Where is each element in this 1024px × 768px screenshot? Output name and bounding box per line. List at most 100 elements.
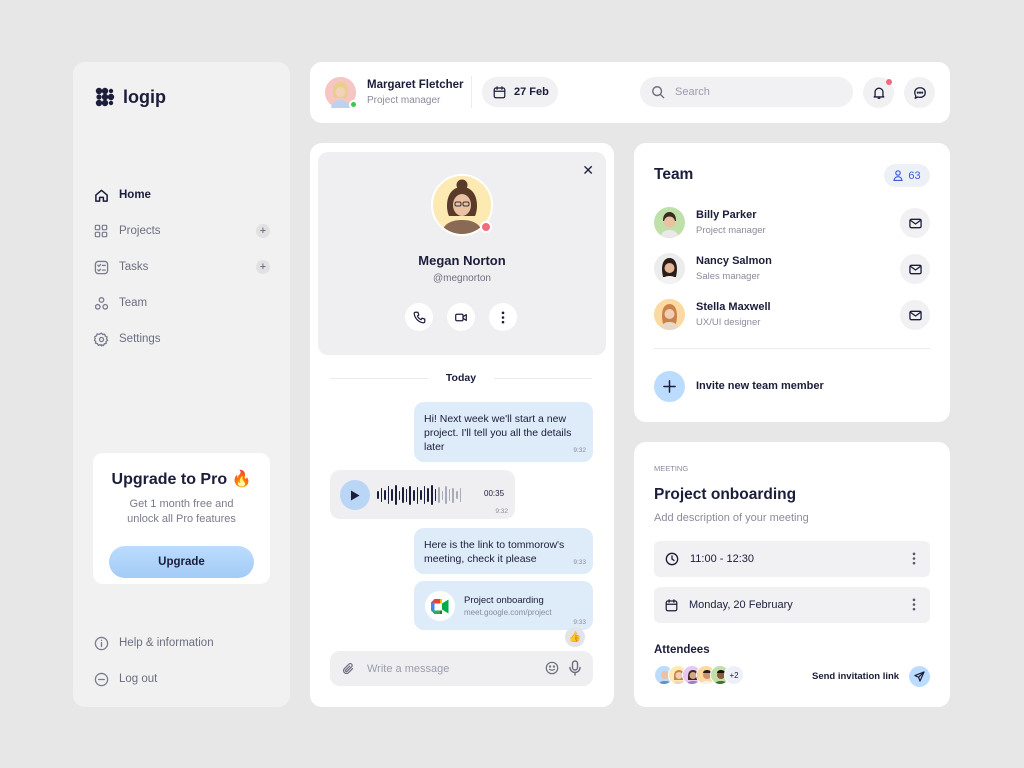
message-input[interactable]	[367, 662, 527, 675]
thumbs-up-reaction[interactable]: 👍	[565, 627, 585, 647]
send-icon	[914, 671, 925, 682]
invite-member-label[interactable]: Invite new team member	[696, 380, 824, 392]
sidebar-item-settings[interactable]: Settings	[93, 321, 273, 357]
email-member-button[interactable]	[900, 300, 930, 330]
emoji-icon[interactable]	[545, 661, 559, 675]
team-member-row[interactable]: Billy Parker Project manager	[654, 207, 930, 239]
meeting-panel: MEETING Project onboarding Add descripti…	[634, 442, 950, 707]
message-text: Hi! Next week we'll start a new project.…	[424, 413, 572, 453]
call-button[interactable]	[405, 303, 433, 331]
message-bubble[interactable]: Here is the link to tommorow's meeting, …	[414, 528, 593, 574]
gear-icon	[93, 331, 109, 347]
message-time: 9:32	[495, 508, 508, 515]
member-role: Project manager	[696, 225, 766, 236]
sidebar-item-team[interactable]: Team	[93, 285, 273, 321]
message-time: 9:33	[573, 559, 586, 566]
play-button[interactable]	[340, 480, 370, 510]
more-vertical-icon[interactable]	[912, 552, 916, 565]
chat-panel: ✕ Megan Norton @megnorton Today Hi! Next…	[310, 143, 614, 707]
attendee-avatars[interactable]: +2	[654, 665, 744, 685]
user-role: Project manager	[367, 95, 441, 106]
team-icon	[93, 295, 109, 311]
member-avatar	[654, 253, 685, 284]
message-time: 9:32	[573, 447, 586, 454]
phone-icon	[413, 311, 426, 324]
mail-icon	[908, 218, 922, 228]
audio-waveform[interactable]	[377, 484, 462, 506]
sidebar-item-label: Settings	[119, 333, 161, 345]
add-task-button[interactable]: +	[256, 260, 270, 274]
logo-icon	[94, 86, 116, 108]
message-time: 9:33	[573, 619, 586, 626]
member-role: UX/UI designer	[696, 317, 761, 328]
sidebar-item-help[interactable]: Help & information	[93, 625, 273, 661]
sidebar-item-tasks[interactable]: Tasks +	[93, 249, 273, 285]
send-invitation-button[interactable]	[909, 666, 930, 687]
meeting-time: 11:00 - 12:30	[690, 553, 755, 565]
upgrade-title: Upgrade to Pro 🔥	[111, 471, 252, 488]
team-member-row[interactable]: Stella Maxwell UX/UI designer	[654, 299, 930, 331]
add-project-button[interactable]: +	[256, 224, 270, 238]
sidebar-item-label: Help & information	[119, 637, 214, 649]
upgrade-description: Get 1 month free and unlock all Pro feat…	[127, 498, 236, 525]
more-vertical-icon[interactable]	[912, 598, 916, 611]
notifications-button[interactable]	[863, 77, 894, 108]
day-divider: Today	[330, 371, 592, 385]
email-member-button[interactable]	[900, 254, 930, 284]
member-name: Nancy Salmon	[696, 255, 772, 267]
current-date: 27 Feb	[514, 86, 549, 98]
play-icon	[351, 490, 360, 500]
team-member-row[interactable]: Nancy Salmon Sales manager	[654, 253, 930, 285]
meeting-date-row[interactable]: Monday, 20 February	[654, 587, 930, 623]
voice-message[interactable]: 00:35 9:32	[330, 470, 515, 519]
close-icon[interactable]: ✕	[582, 162, 594, 179]
video-call-button[interactable]	[447, 303, 475, 331]
team-count-badge[interactable]: 63	[884, 164, 930, 187]
search-bar[interactable]	[640, 77, 853, 107]
home-icon	[93, 187, 109, 203]
voice-duration: 00:35	[484, 489, 505, 498]
user-icon	[893, 170, 904, 181]
meeting-link-message[interactable]: Project onboarding meet.google.com/proje…	[414, 581, 593, 630]
search-input[interactable]	[675, 86, 835, 98]
sidebar-item-home[interactable]: Home	[93, 177, 273, 213]
day-divider-label: Today	[445, 372, 477, 384]
logo[interactable]: logip	[94, 86, 166, 108]
meeting-description[interactable]: Add description of your meeting	[654, 512, 809, 524]
info-icon	[93, 635, 109, 651]
message-bubble[interactable]: Hi! Next week we'll start a new project.…	[414, 402, 593, 462]
send-invitation-label[interactable]: Send invitation link	[812, 671, 899, 682]
user-avatar[interactable]	[325, 77, 358, 109]
mail-icon	[908, 310, 922, 320]
contact-actions	[405, 303, 517, 331]
meeting-date: Monday, 20 February	[689, 599, 793, 611]
grid-icon	[93, 223, 109, 239]
mail-icon	[908, 264, 922, 274]
online-status-dot	[349, 100, 358, 109]
notification-badge	[886, 79, 892, 85]
more-options-button[interactable]	[489, 303, 517, 331]
sidebar-item-label: Projects	[119, 225, 161, 237]
sidebar-item-logout[interactable]: Log out	[93, 661, 273, 697]
chat-bubble-icon	[913, 86, 927, 100]
logout-icon	[93, 671, 109, 687]
sidebar-item-projects[interactable]: Projects +	[93, 213, 273, 249]
microphone-icon[interactable]	[569, 660, 581, 676]
sidebar-item-label: Log out	[119, 673, 158, 685]
paperclip-icon[interactable]	[342, 662, 355, 676]
date-picker[interactable]: 27 Feb	[482, 77, 558, 107]
meeting-time-row[interactable]: 11:00 - 12:30	[654, 541, 930, 577]
sidebar-item-label: Team	[119, 297, 148, 309]
invite-member-button[interactable]	[654, 371, 685, 402]
email-member-button[interactable]	[900, 208, 930, 238]
member-avatar	[654, 207, 685, 238]
more-attendees-badge[interactable]: +2	[724, 665, 744, 685]
video-icon	[454, 311, 468, 324]
upgrade-button[interactable]: Upgrade	[109, 546, 254, 578]
meeting-title: Project onboarding	[654, 486, 797, 503]
messages-button[interactable]	[904, 77, 935, 108]
user-name: Margaret Fletcher	[367, 79, 464, 91]
upgrade-card: Upgrade to Pro 🔥 Get 1 month free and un…	[93, 453, 270, 584]
message-composer	[330, 651, 593, 686]
link-url[interactable]: meet.google.com/project	[464, 608, 552, 617]
